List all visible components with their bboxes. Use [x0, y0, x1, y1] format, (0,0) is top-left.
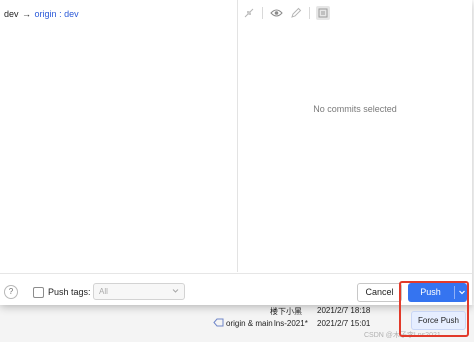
details-pane: No commits selected — [238, 0, 472, 272]
empty-message: No commits selected — [313, 104, 397, 114]
tags-select-value: All — [99, 287, 108, 296]
log-author: 楼下小黑 — [270, 307, 302, 316]
collapse-icon[interactable] — [242, 6, 256, 20]
remote-name[interactable]: origin — [35, 9, 57, 19]
commits-pane: dev → origin : dev — [0, 0, 238, 272]
tag-icon — [213, 318, 224, 329]
toolbar-divider — [262, 7, 263, 19]
log-date: 2021/2/7 18:18 — [317, 306, 371, 315]
toolbar-divider — [309, 7, 310, 19]
branch-header: dev → origin : dev — [4, 9, 79, 19]
log-author: lns-2021* — [274, 319, 308, 328]
pencil-icon[interactable] — [289, 6, 303, 20]
separator: : — [59, 9, 62, 19]
arrow: → — [22, 9, 32, 19]
log-refs: origin & main — [226, 319, 273, 328]
chevron-down-icon — [171, 286, 180, 297]
target-branch[interactable]: dev — [64, 9, 79, 19]
push-tags-label: Push tags: — [48, 287, 91, 297]
cancel-button[interactable]: Cancel — [357, 283, 402, 302]
log-date: 2021/2/7 15:01 — [317, 319, 371, 328]
push-tags-checkbox[interactable] — [33, 287, 44, 298]
preview-icon[interactable] — [316, 6, 330, 20]
eye-icon[interactable] — [269, 6, 283, 20]
push-dialog: dev → origin : dev No commits selected ?… — [0, 0, 472, 305]
source-branch: dev — [4, 9, 19, 19]
force-push-menu-item[interactable]: Force Push — [411, 311, 466, 330]
tags-select[interactable]: All — [93, 283, 185, 300]
help-button[interactable]: ? — [4, 285, 18, 299]
details-toolbar — [242, 5, 330, 21]
